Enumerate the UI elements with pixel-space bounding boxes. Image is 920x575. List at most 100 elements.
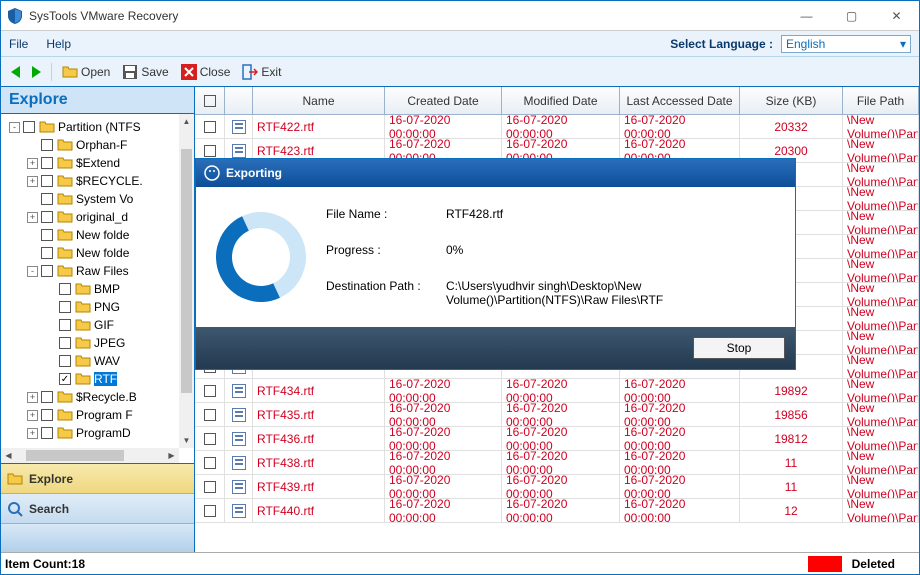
select-all-checkbox[interactable]: [204, 95, 216, 107]
col-created[interactable]: Created Date: [385, 87, 502, 114]
filename-value: RTF428.rtf: [446, 207, 503, 221]
close-window-button[interactable]: ✕: [874, 1, 919, 30]
table-row[interactable]: RTF440.rtf16-07-2020 00:00:0016-07-2020 …: [195, 499, 919, 523]
tree-checkbox[interactable]: [41, 247, 53, 259]
nav-forward-button[interactable]: [28, 64, 45, 80]
table-row[interactable]: RTF434.rtf16-07-2020 00:00:0016-07-2020 …: [195, 379, 919, 403]
tree-checkbox[interactable]: ✓: [59, 373, 71, 385]
tree-node[interactable]: +New folde: [1, 226, 179, 244]
menu-file[interactable]: File: [9, 37, 28, 51]
tree-node[interactable]: - Raw Files: [1, 262, 179, 280]
table-row[interactable]: RTF436.rtf16-07-2020 00:00:0016-07-2020 …: [195, 427, 919, 451]
tree-checkbox[interactable]: [41, 175, 53, 187]
maximize-button[interactable]: ▢: [829, 1, 874, 30]
expand-icon[interactable]: +: [27, 410, 38, 421]
deleted-color-swatch: [808, 556, 842, 572]
exit-button[interactable]: Exit: [238, 62, 285, 82]
sidebar-tab-explore[interactable]: Explore: [1, 464, 194, 494]
file-icon: [232, 480, 246, 494]
destination-label: Destination Path :: [326, 279, 446, 307]
close-button[interactable]: Close: [177, 62, 235, 82]
table-row[interactable]: RTF439.rtf16-07-2020 00:00:0016-07-2020 …: [195, 475, 919, 499]
open-button[interactable]: Open: [58, 62, 114, 82]
tree-checkbox[interactable]: [59, 355, 71, 367]
expand-icon[interactable]: +: [27, 176, 38, 187]
status-bar: Item Count:18 Deleted: [1, 552, 919, 574]
col-accessed[interactable]: Last Accessed Date: [620, 87, 740, 114]
tree-node[interactable]: + $Recycle.B: [1, 388, 179, 406]
col-path[interactable]: File Path: [843, 87, 919, 114]
table-row[interactable]: RTF435.rtf16-07-2020 00:00:0016-07-2020 …: [195, 403, 919, 427]
destination-value: C:\Users\yudhvir singh\Desktop\New Volum…: [446, 279, 785, 307]
tree-vscroll[interactable]: ▲▼: [179, 114, 194, 448]
tree-checkbox[interactable]: [41, 229, 53, 241]
sidebar: Explore -Partition (NTFS+Orphan-F+$Exten…: [1, 87, 195, 552]
tree-node[interactable]: +$RECYCLE.: [1, 172, 179, 190]
tree-node[interactable]: +original_d: [1, 208, 179, 226]
tree-checkbox[interactable]: [41, 211, 53, 223]
tree-node[interactable]: +✓RTF: [1, 370, 179, 388]
row-checkbox[interactable]: [204, 409, 216, 421]
cell-created: 16-07-2020 00:00:00: [385, 427, 502, 450]
tree-checkbox[interactable]: [41, 391, 53, 403]
cell-created: 16-07-2020 00:00:00: [385, 475, 502, 498]
row-checkbox[interactable]: [204, 145, 216, 157]
stop-button[interactable]: Stop: [693, 337, 785, 359]
sidebar-tab-search[interactable]: Search: [1, 494, 194, 524]
tree-label: Raw Files: [76, 264, 129, 278]
tree-node[interactable]: +New folde: [1, 244, 179, 262]
minimize-button[interactable]: —: [784, 1, 829, 30]
tree-node[interactable]: +Orphan-F: [1, 136, 179, 154]
expand-icon[interactable]: +: [27, 392, 38, 403]
menu-help[interactable]: Help: [46, 37, 71, 51]
tree-node[interactable]: -Partition (NTFS: [1, 118, 179, 136]
tree-checkbox[interactable]: [59, 337, 71, 349]
tree-node[interactable]: +GIF: [1, 316, 179, 334]
row-checkbox[interactable]: [204, 385, 216, 397]
tree-node[interactable]: +JPEG: [1, 334, 179, 352]
table-row[interactable]: RTF422.rtf16-07-2020 00:00:0016-07-2020 …: [195, 115, 919, 139]
row-checkbox[interactable]: [204, 481, 216, 493]
tree-node[interactable]: +WAV: [1, 352, 179, 370]
row-checkbox[interactable]: [204, 433, 216, 445]
col-modified[interactable]: Modified Date: [502, 87, 620, 114]
tree-hscroll[interactable]: ◀▶: [1, 448, 179, 463]
row-checkbox[interactable]: [204, 121, 216, 133]
folder-tree[interactable]: -Partition (NTFS+Orphan-F+$Extend+$RECYC…: [1, 114, 179, 448]
collapse-icon[interactable]: -: [27, 266, 38, 277]
cell-size: 11: [740, 451, 843, 474]
tree-label: $Recycle.B: [76, 390, 137, 404]
row-checkbox[interactable]: [204, 457, 216, 469]
tree-checkbox[interactable]: [59, 301, 71, 313]
tree-checkbox[interactable]: [41, 427, 53, 439]
tree-checkbox[interactable]: [59, 319, 71, 331]
save-button[interactable]: Save: [118, 62, 172, 82]
expand-icon[interactable]: +: [27, 428, 38, 439]
table-row[interactable]: RTF438.rtf16-07-2020 00:00:0016-07-2020 …: [195, 451, 919, 475]
cell-accessed: 16-07-2020 00:00:00: [620, 427, 740, 450]
expand-icon[interactable]: +: [27, 212, 38, 223]
tree-node[interactable]: +ProgramD: [1, 424, 179, 442]
nav-back-button[interactable]: [7, 64, 24, 80]
cell-size: 12: [740, 499, 843, 522]
tree-checkbox[interactable]: [41, 157, 53, 169]
tree-node[interactable]: +BMP: [1, 280, 179, 298]
tree-node[interactable]: +Program F: [1, 406, 179, 424]
tree-node[interactable]: +System Vo: [1, 190, 179, 208]
col-size[interactable]: Size (KB): [740, 87, 843, 114]
cell-path: \New Volume()\Partiti: [843, 211, 919, 234]
col-name[interactable]: Name: [253, 87, 385, 114]
tree-checkbox[interactable]: [23, 121, 35, 133]
close-icon: [181, 64, 197, 80]
tree-checkbox[interactable]: [41, 193, 53, 205]
row-checkbox[interactable]: [204, 505, 216, 517]
expand-icon[interactable]: +: [27, 158, 38, 169]
tree-node[interactable]: +$Extend: [1, 154, 179, 172]
collapse-icon[interactable]: -: [9, 122, 20, 133]
tree-checkbox[interactable]: [41, 409, 53, 421]
tree-checkbox[interactable]: [41, 139, 53, 151]
tree-node[interactable]: +PNG: [1, 298, 179, 316]
language-combo[interactable]: English ▾: [781, 35, 911, 53]
tree-checkbox[interactable]: [59, 283, 71, 295]
tree-checkbox[interactable]: [41, 265, 53, 277]
